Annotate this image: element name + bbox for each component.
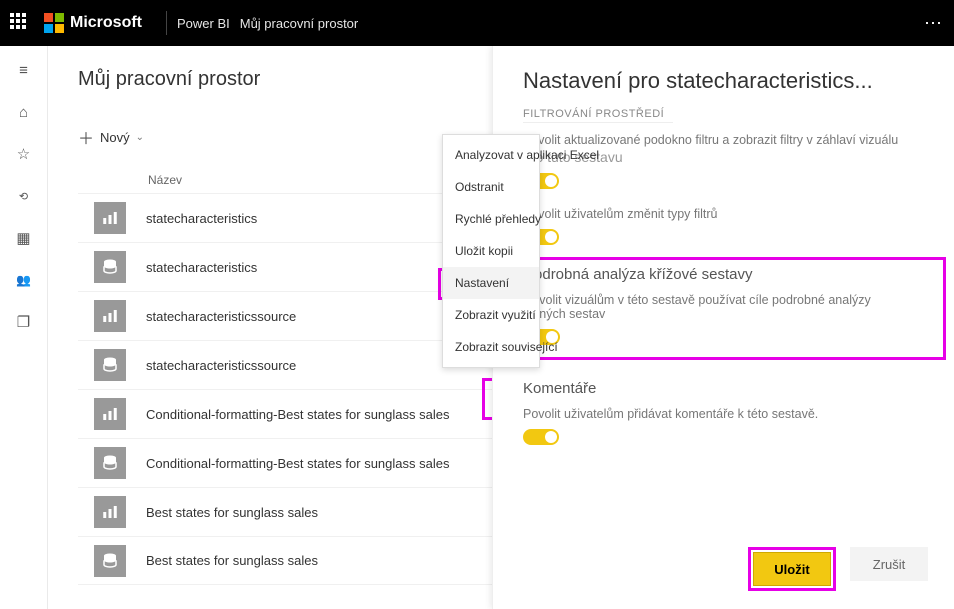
item-name: statecharacteristics	[146, 211, 257, 226]
top-bar: Microsoft Power BI Můj pracovní prostor …	[0, 0, 954, 46]
left-nav: ≡ ⌂ ☆ ⟲ ▦ 👥 ❐	[0, 46, 48, 609]
app-name[interactable]: Power BI	[177, 16, 230, 31]
nav-menu-icon[interactable]: ≡	[14, 60, 34, 80]
comments-heading: Komentáře	[523, 380, 928, 397]
cross-report-desc-1: Povolit vizuálům v této sestavě používat…	[524, 293, 933, 307]
dataset-icon	[94, 349, 126, 381]
nav-recent-icon[interactable]: ⟲	[14, 186, 34, 206]
workspace-breadcrumb[interactable]: Můj pracovní prostor	[240, 16, 359, 31]
chevron-down-icon: ⌄	[136, 132, 144, 143]
cross-report-heading: Podrobná analýza křížové sestavy	[524, 266, 933, 283]
toggle-comments[interactable]	[523, 429, 559, 445]
dataset-icon	[94, 251, 126, 283]
highlight-box: Uložit	[748, 547, 836, 591]
item-name: Best states for sunglass sales	[146, 553, 318, 568]
menu-item[interactable]: Odstranit	[443, 171, 539, 203]
nav-workspaces-icon[interactable]: ❐	[14, 312, 34, 332]
microsoft-logo: Microsoft	[44, 13, 142, 33]
menu-item[interactable]: Nastavení	[443, 267, 539, 299]
app-launcher-icon[interactable]	[10, 13, 30, 33]
more-icon[interactable]: ⋯	[924, 13, 944, 34]
context-menu: Analyzovat v aplikaci ExcelOdstranitRych…	[442, 134, 540, 368]
panel-footer: Uložit Zrušit	[523, 537, 928, 609]
item-name: Conditional-formatting-Best states for s…	[146, 456, 449, 471]
menu-item[interactable]: Uložit kopii	[443, 235, 539, 267]
save-button[interactable]: Uložit	[753, 552, 831, 586]
microsoft-label: Microsoft	[70, 14, 142, 32]
menu-item[interactable]: Zobrazit související	[443, 331, 539, 363]
filter-desc-2: Povolit uživatelům změnit typy filtrů	[523, 207, 928, 221]
nav-home-icon[interactable]: ⌂	[14, 102, 34, 122]
panel-title: Nastavení pro statecharacteristics...	[523, 68, 928, 94]
filter-section-label: FILTROVÁNÍ PROSTŘEDÍ	[523, 108, 928, 120]
item-name: statecharacteristics	[146, 260, 257, 275]
item-name: statecharacteristicssource	[146, 309, 296, 324]
dataset-icon	[94, 545, 126, 577]
menu-item[interactable]: Zobrazit využití	[443, 299, 539, 331]
nav-apps-icon[interactable]: ▦	[14, 228, 34, 248]
new-label: Nový	[100, 130, 130, 145]
divider	[523, 122, 673, 123]
settings-panel: Nastavení pro statecharacteristics... FI…	[492, 46, 954, 609]
cancel-button[interactable]: Zrušit	[850, 547, 928, 581]
menu-item[interactable]: Analyzovat v aplikaci Excel	[443, 139, 539, 171]
comments-desc: Povolit uživatelům přidávat komentáře k …	[523, 407, 928, 421]
report-icon	[94, 496, 126, 528]
filter-desc-1: Povolit aktualizované podokno filtru a z…	[523, 133, 928, 147]
item-name: statecharacteristicssource	[146, 358, 296, 373]
report-icon	[94, 398, 126, 430]
report-icon	[94, 300, 126, 332]
item-name: Conditional-formatting-Best states for s…	[146, 407, 449, 422]
cross-report-desc-2: z jiných sestav	[524, 307, 933, 321]
item-name: Best states for sunglass sales	[146, 505, 318, 520]
nav-shared-icon[interactable]: 👥	[14, 270, 34, 290]
dataset-icon	[94, 447, 126, 479]
plus-icon: ＋	[78, 125, 94, 149]
menu-item[interactable]: Rychlé přehledy	[443, 203, 539, 235]
report-icon	[94, 202, 126, 234]
separator	[166, 11, 167, 35]
cross-report-highlight: Podrobná analýza křížové sestavy Povolit…	[511, 257, 946, 360]
nav-favorites-icon[interactable]: ☆	[14, 144, 34, 164]
